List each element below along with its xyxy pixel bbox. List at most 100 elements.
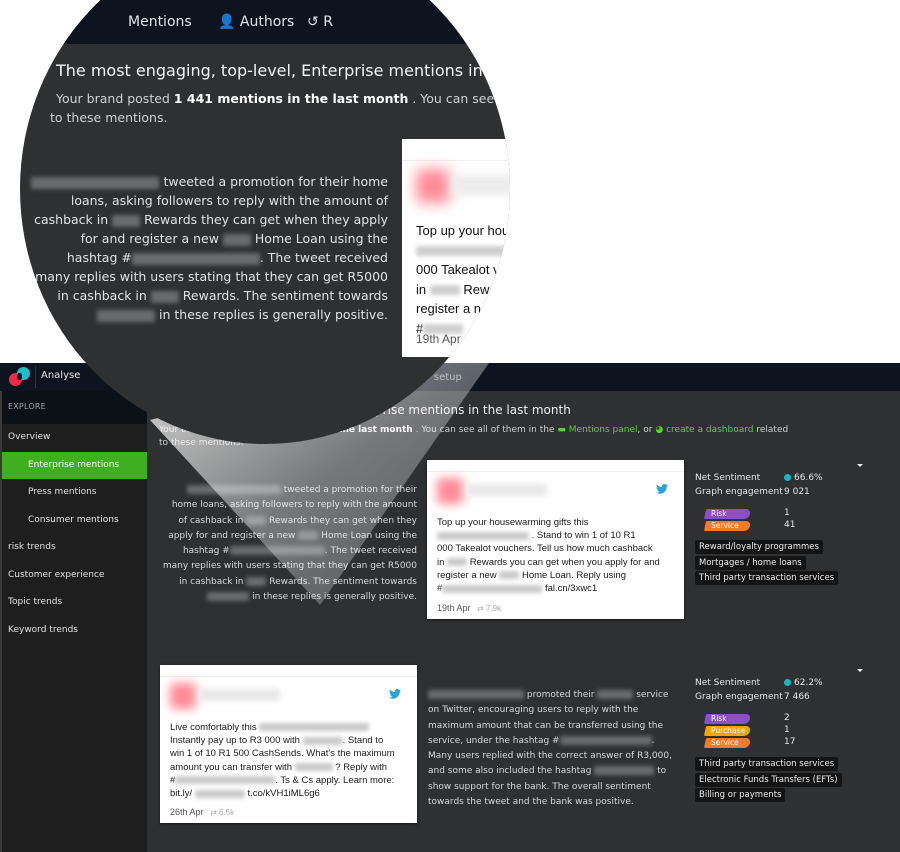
magnified-page-title: The most engaging, top-level, Enterprise… bbox=[56, 61, 510, 80]
tag-pill-purchase[interactable]: Purchase bbox=[703, 726, 752, 736]
magnified-nav-mentions[interactable]: Mentions bbox=[128, 14, 192, 30]
tweet-link[interactable]: t.co/kVH1iML6g6 bbox=[247, 788, 319, 799]
expand-caret-icon[interactable] bbox=[857, 669, 863, 672]
summary-text: Rewards. The sentiment towards bbox=[269, 576, 417, 587]
tag-label: Risk bbox=[711, 714, 727, 723]
comment-icon: ▬ bbox=[557, 425, 566, 435]
intro-mid: . You can see all of them in the bbox=[412, 91, 510, 106]
graph-engagement-label: Graph engagement bbox=[695, 487, 783, 497]
redacted-text bbox=[298, 530, 319, 540]
tweet-card[interactable]: Live comfortably this Instantly pay up t… bbox=[160, 665, 417, 823]
magnified-nav-authors[interactable]: 👤 Authors bbox=[218, 14, 294, 30]
tag-pill-risk[interactable]: Risk bbox=[703, 509, 752, 519]
sidebar-item-topic-trends[interactable]: Topic trends bbox=[2, 589, 147, 617]
tweet-author[interactable] bbox=[437, 478, 547, 504]
tag-row-risk: Risk 1 bbox=[703, 508, 838, 520]
magnified-tweet-date: 19th Apr bbox=[416, 332, 461, 346]
tweet-line: . Stand to bbox=[342, 735, 384, 747]
author-name-redacted bbox=[200, 689, 280, 701]
magnified-intro-second-line: to these mentions. bbox=[50, 110, 168, 125]
main-content: The most engaging, top-level, Enterprise… bbox=[147, 391, 900, 852]
redacted-text bbox=[246, 515, 267, 525]
tag-row-purchase: Purchase 1 bbox=[703, 725, 842, 737]
redacted-text bbox=[302, 736, 343, 745]
avatar bbox=[416, 169, 450, 203]
tag-row-service: Service 17 bbox=[703, 737, 842, 749]
category-chip[interactable]: Billing or payments bbox=[695, 788, 786, 802]
sidebar-item-consumer-mentions[interactable]: Consumer mentions bbox=[2, 507, 147, 535]
tag-label: Purchase bbox=[711, 726, 746, 735]
redacted-text bbox=[186, 485, 281, 494]
tweet-line: Instantly pay up to R3 000 with bbox=[170, 735, 300, 747]
mention-summary: promoted their service on Twitter, encou… bbox=[428, 688, 678, 810]
mention-count: 1 441 mentions in the last month bbox=[173, 91, 409, 106]
user-icon: 👤 bbox=[218, 14, 236, 30]
tweet-line: Home Loan. Reply using bbox=[521, 569, 626, 581]
redacted-text bbox=[597, 690, 634, 699]
redacted-hashtag bbox=[442, 584, 543, 593]
engagement-icon: ⇄ bbox=[477, 604, 484, 613]
category-chip[interactable]: Third party transaction services bbox=[695, 571, 839, 585]
tweet-author[interactable] bbox=[170, 683, 280, 709]
tag-pill-service[interactable]: Service bbox=[703, 738, 752, 748]
net-sentiment-value: 62.2% bbox=[794, 678, 823, 688]
tweet-link[interactable]: fal.cn/3xwc1 bbox=[545, 583, 597, 594]
magnified-nav-history[interactable]: ↺ R bbox=[307, 14, 333, 30]
tweet-line: register a new bbox=[437, 569, 497, 581]
redacted-text bbox=[31, 176, 160, 189]
tweet-line: amount you can transfer with bbox=[170, 761, 292, 773]
tweet-link[interactable]: bit.ly/ bbox=[170, 788, 192, 799]
graph-engagement-value: 7 466 bbox=[784, 692, 810, 702]
sidebar-item-keyword-trends[interactable]: Keyword trends bbox=[2, 617, 147, 645]
tag-label: Service bbox=[711, 521, 739, 530]
category-chip[interactable]: Mortgages / home loans bbox=[695, 555, 806, 570]
redacted-hashtag bbox=[437, 531, 529, 540]
mentions-panel-link-label: Mentions panel bbox=[568, 425, 638, 435]
redacted-hashtag bbox=[175, 776, 276, 785]
sidebar-item-customer-experience[interactable]: Customer experience bbox=[2, 562, 147, 590]
tag-pill-service[interactable]: Service bbox=[703, 521, 752, 531]
category-chip[interactable]: Electronic Funds Transfers (EFTs) bbox=[695, 772, 842, 787]
magnifier-lens: Mentions 👤 Authors ↺ R The most engaging… bbox=[20, 0, 510, 444]
author-name-redacted bbox=[452, 175, 510, 195]
redacted-text bbox=[131, 252, 260, 265]
sentiment-dot-icon bbox=[784, 679, 791, 686]
tweet-line: . Ts & Cs apply. Learn more: bbox=[275, 774, 395, 786]
graph-engagement-label: Graph engagement bbox=[695, 692, 783, 702]
category-chip[interactable]: Reward/loyalty programmes bbox=[695, 540, 823, 554]
sidebar-item-risk-trends[interactable]: risk trends bbox=[2, 534, 147, 562]
tag-pill-risk[interactable]: Risk bbox=[703, 714, 752, 724]
create-dashboard-link-label: create a dashboard bbox=[666, 425, 754, 435]
tweet-card[interactable]: Top up your housewarming gifts this . St… bbox=[427, 460, 684, 619]
redacted-link bbox=[194, 789, 245, 798]
redacted-text bbox=[429, 285, 460, 296]
twitter-icon bbox=[656, 484, 668, 494]
mentions-panel-link[interactable]: ▬ Mentions panel bbox=[557, 425, 637, 435]
tweet-engagement: 7.9k bbox=[485, 604, 502, 613]
history-icon: ↺ bbox=[307, 14, 319, 30]
redacted-text bbox=[499, 571, 520, 580]
intro-prefix: Your brand posted bbox=[56, 91, 170, 106]
expand-caret-icon[interactable] bbox=[857, 464, 863, 467]
tag-count: 41 bbox=[784, 520, 796, 530]
sidebar-item-enterprise-mentions[interactable]: Enterprise mentions bbox=[2, 451, 147, 479]
magnified-tweet-text: Top up your housewarming gifts this 000 … bbox=[416, 221, 510, 338]
tweet-line: in bbox=[437, 556, 445, 568]
tweet-line: . Stand to win 1 of 10 R1 bbox=[531, 530, 636, 542]
tag-row-risk: Risk 2 bbox=[703, 713, 842, 725]
summary-text: Rewards. The sentiment towards bbox=[182, 288, 388, 303]
redacted-text bbox=[294, 763, 333, 772]
create-dashboard-link[interactable]: ◕ create a dashboard bbox=[655, 425, 753, 435]
magnified-intro: Your brand posted 1 441 mentions in the … bbox=[56, 91, 510, 106]
sidebar-item-press-mentions[interactable]: Press mentions bbox=[2, 479, 147, 507]
graph-engagement-value: 9 021 bbox=[784, 487, 810, 497]
mention-stats: Net Sentiment 62.2% Graph engagement 7 466… bbox=[695, 678, 842, 804]
category-chip[interactable]: Third party transaction services bbox=[695, 757, 839, 771]
tweet-meta: 26th Apr ⇄ 6.5k bbox=[170, 807, 234, 817]
redacted-hashtag bbox=[416, 246, 510, 257]
redacted-text bbox=[447, 558, 468, 567]
tag-count: 1 bbox=[784, 725, 790, 735]
tweet-date: 19th Apr bbox=[437, 603, 471, 613]
twitter-icon bbox=[389, 689, 401, 699]
net-sentiment-value: 66.6% bbox=[794, 473, 823, 483]
